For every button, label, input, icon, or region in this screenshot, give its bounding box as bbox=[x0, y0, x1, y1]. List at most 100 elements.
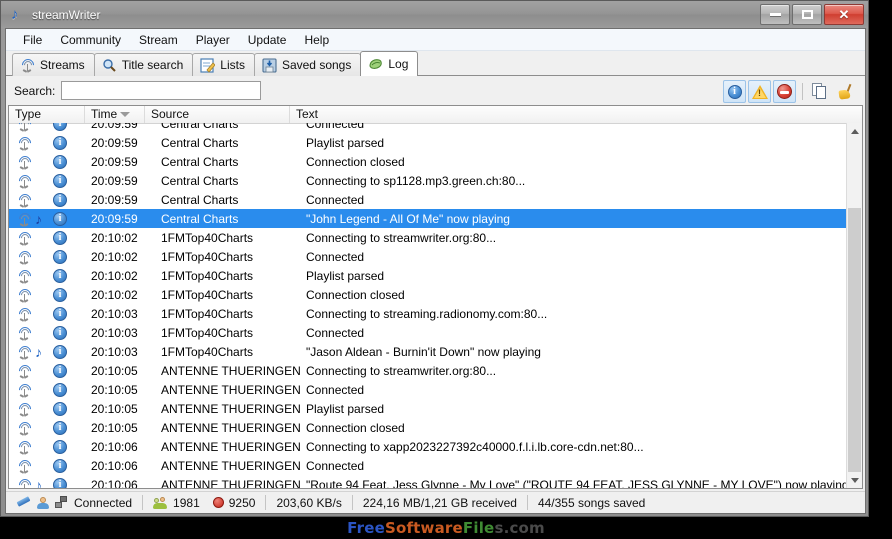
close-button[interactable]: ✕ bbox=[824, 4, 864, 25]
tab-streams[interactable]: Streams bbox=[12, 53, 95, 76]
vertical-scrollbar[interactable] bbox=[846, 123, 862, 488]
cell-source: 1FMTop40Charts bbox=[161, 268, 254, 283]
table-row[interactable]: ♪ i 20:10:03 1FMTop40Charts "Jason Aldean - … bbox=[9, 342, 846, 361]
column-header-time[interactable]: Time bbox=[85, 106, 145, 123]
search-input[interactable] bbox=[61, 81, 262, 100]
cell-time: 20:09:59 bbox=[91, 173, 138, 188]
cell-source: ANTENNE THUERINGEN ... bbox=[161, 458, 300, 473]
table-row[interactable]: i 20:10:03 1FMTop40Charts Connecting to str… bbox=[9, 304, 846, 323]
info-icon: i bbox=[53, 344, 67, 359]
cell-source: Central Charts bbox=[161, 123, 239, 131]
cell-source: ANTENNE THUERINGEN ... bbox=[161, 363, 300, 378]
tab-saved-songs-label: Saved songs bbox=[281, 58, 352, 72]
client-area: File Community Stream Player Update Help… bbox=[5, 28, 866, 514]
antenna-icon bbox=[16, 419, 34, 436]
listeners-icon bbox=[153, 496, 168, 510]
table-row[interactable]: i 20:10:02 1FMTop40Charts Connection closed bbox=[9, 285, 846, 304]
cell-type bbox=[9, 419, 53, 436]
table-row[interactable]: i 20:09:59 Central Charts Playlist parsed bbox=[9, 133, 846, 152]
cell-source: ANTENNE THUERINGEN ... bbox=[161, 439, 300, 454]
table-row[interactable]: i 20:10:02 1FMTop40Charts Connected bbox=[9, 247, 846, 266]
warning-icon: ! bbox=[751, 84, 768, 99]
menu-player[interactable]: Player bbox=[187, 31, 239, 49]
clear-button[interactable] bbox=[834, 80, 857, 103]
menu-community[interactable]: Community bbox=[51, 31, 130, 49]
table-row[interactable]: i 20:10:05 ANTENNE THUERINGEN ... Connectio… bbox=[9, 418, 846, 437]
cell-text: Playlist parsed bbox=[306, 135, 385, 150]
info-icon: i bbox=[53, 401, 67, 416]
menu-bar: File Community Stream Player Update Help bbox=[6, 29, 865, 51]
music-note-icon: ♪ bbox=[35, 343, 42, 360]
table-row[interactable]: i 20:10:05 ANTENNE THUERINGEN ... Connectin… bbox=[9, 361, 846, 380]
maximize-button[interactable] bbox=[792, 4, 822, 25]
menu-help[interactable]: Help bbox=[295, 31, 338, 49]
cell-type bbox=[9, 267, 53, 284]
table-row[interactable]: i 20:09:59 Central Charts Connecting to sp1… bbox=[9, 171, 846, 190]
table-row[interactable]: i 20:09:59 Central Charts Connected bbox=[9, 123, 846, 133]
table-row[interactable]: i 20:10:05 ANTENNE THUERINGEN ... Playlist … bbox=[9, 399, 846, 418]
column-header-source[interactable]: Source bbox=[145, 106, 290, 123]
table-row[interactable]: i 20:10:06 ANTENNE THUERINGEN ... Connectin… bbox=[9, 437, 846, 456]
cell-text: Connecting to sp1128.mp3.green.ch:80... bbox=[306, 173, 526, 188]
cell-time: 20:09:59 bbox=[91, 154, 138, 169]
cell-type: ♪ bbox=[9, 210, 53, 227]
cell-type bbox=[9, 248, 53, 265]
menu-file[interactable]: File bbox=[14, 31, 51, 49]
antenna-icon bbox=[16, 248, 34, 265]
table-row[interactable]: ♪ i 20:10:06 ANTENNE THUERINGEN ... "Route 9… bbox=[9, 475, 846, 488]
cell-level: i bbox=[53, 477, 85, 488]
status-received: 224,16 MB/1,21 GB received bbox=[362, 495, 517, 510]
pen-icon bbox=[16, 495, 31, 510]
scroll-down-button[interactable] bbox=[847, 472, 862, 488]
cell-type bbox=[9, 305, 53, 322]
column-header-type[interactable]: Type bbox=[9, 106, 85, 123]
cell-type bbox=[9, 324, 53, 341]
column-header-time-label: Time bbox=[91, 107, 118, 121]
app-music-note-icon: ♪ bbox=[11, 5, 19, 23]
cell-source: Central Charts bbox=[161, 135, 239, 150]
menu-stream[interactable]: Stream bbox=[130, 31, 187, 49]
watermark-part-3: File bbox=[462, 519, 495, 537]
filter-error-button[interactable] bbox=[773, 80, 796, 103]
table-row[interactable]: i 20:10:06 ANTENNE THUERINGEN ... Connected bbox=[9, 456, 846, 475]
window-title: streamWriter bbox=[32, 7, 101, 22]
column-header-text[interactable]: Text bbox=[290, 106, 862, 123]
info-icon: i bbox=[53, 135, 67, 150]
minimize-button[interactable] bbox=[760, 4, 790, 25]
cell-time: 20:10:03 bbox=[91, 325, 138, 340]
cell-text: Playlist parsed bbox=[306, 401, 385, 416]
tab-title-search-label: Title search bbox=[121, 58, 184, 72]
menu-update[interactable]: Update bbox=[239, 31, 296, 49]
cell-source: Central Charts bbox=[161, 173, 239, 188]
antenna-icon bbox=[16, 362, 34, 379]
tab-title-search[interactable]: Title search bbox=[93, 53, 194, 76]
log-list-container: Type Time Source Text i 20:09:59 Central C… bbox=[6, 105, 865, 491]
copy-button[interactable] bbox=[809, 80, 832, 103]
filter-warning-button[interactable]: ! bbox=[748, 80, 771, 103]
table-row[interactable]: i 20:09:59 Central Charts Connected bbox=[9, 190, 846, 209]
search-row: Search: i ! bbox=[6, 76, 865, 105]
cell-time: 20:09:59 bbox=[91, 135, 138, 150]
table-row[interactable]: i 20:09:59 Central Charts Connection closed bbox=[9, 152, 846, 171]
table-row[interactable]: i 20:10:05 ANTENNE THUERINGEN ... Connected bbox=[9, 380, 846, 399]
tab-log-label: Log bbox=[388, 57, 409, 71]
filter-info-button[interactable]: i bbox=[723, 80, 746, 103]
log-list: Type Time Source Text i 20:09:59 Central C… bbox=[8, 105, 863, 489]
cell-level: i bbox=[53, 344, 85, 359]
tab-saved-songs[interactable]: Saved songs bbox=[253, 53, 362, 76]
cell-source: ANTENNE THUERINGEN ... bbox=[161, 401, 300, 416]
table-row[interactable]: i 20:10:02 1FMTop40Charts Connecting to str… bbox=[9, 228, 846, 247]
table-row[interactable]: ♪ i 20:09:59 Central Charts "John Legend - A… bbox=[9, 209, 846, 228]
info-icon: i bbox=[53, 268, 67, 283]
scroll-up-button[interactable] bbox=[847, 123, 862, 139]
cell-level: i bbox=[53, 306, 85, 321]
antenna-icon bbox=[16, 305, 34, 322]
tab-log[interactable]: Log bbox=[360, 51, 419, 76]
info-icon: i bbox=[53, 211, 67, 226]
sort-descending-icon bbox=[120, 112, 130, 117]
scrollbar-thumb[interactable] bbox=[848, 208, 861, 488]
table-row[interactable]: i 20:10:03 1FMTop40Charts Connected bbox=[9, 323, 846, 342]
antenna-icon bbox=[16, 457, 34, 474]
table-row[interactable]: i 20:10:02 1FMTop40Charts Playlist parsed bbox=[9, 266, 846, 285]
tab-lists[interactable]: Lists bbox=[192, 53, 255, 76]
